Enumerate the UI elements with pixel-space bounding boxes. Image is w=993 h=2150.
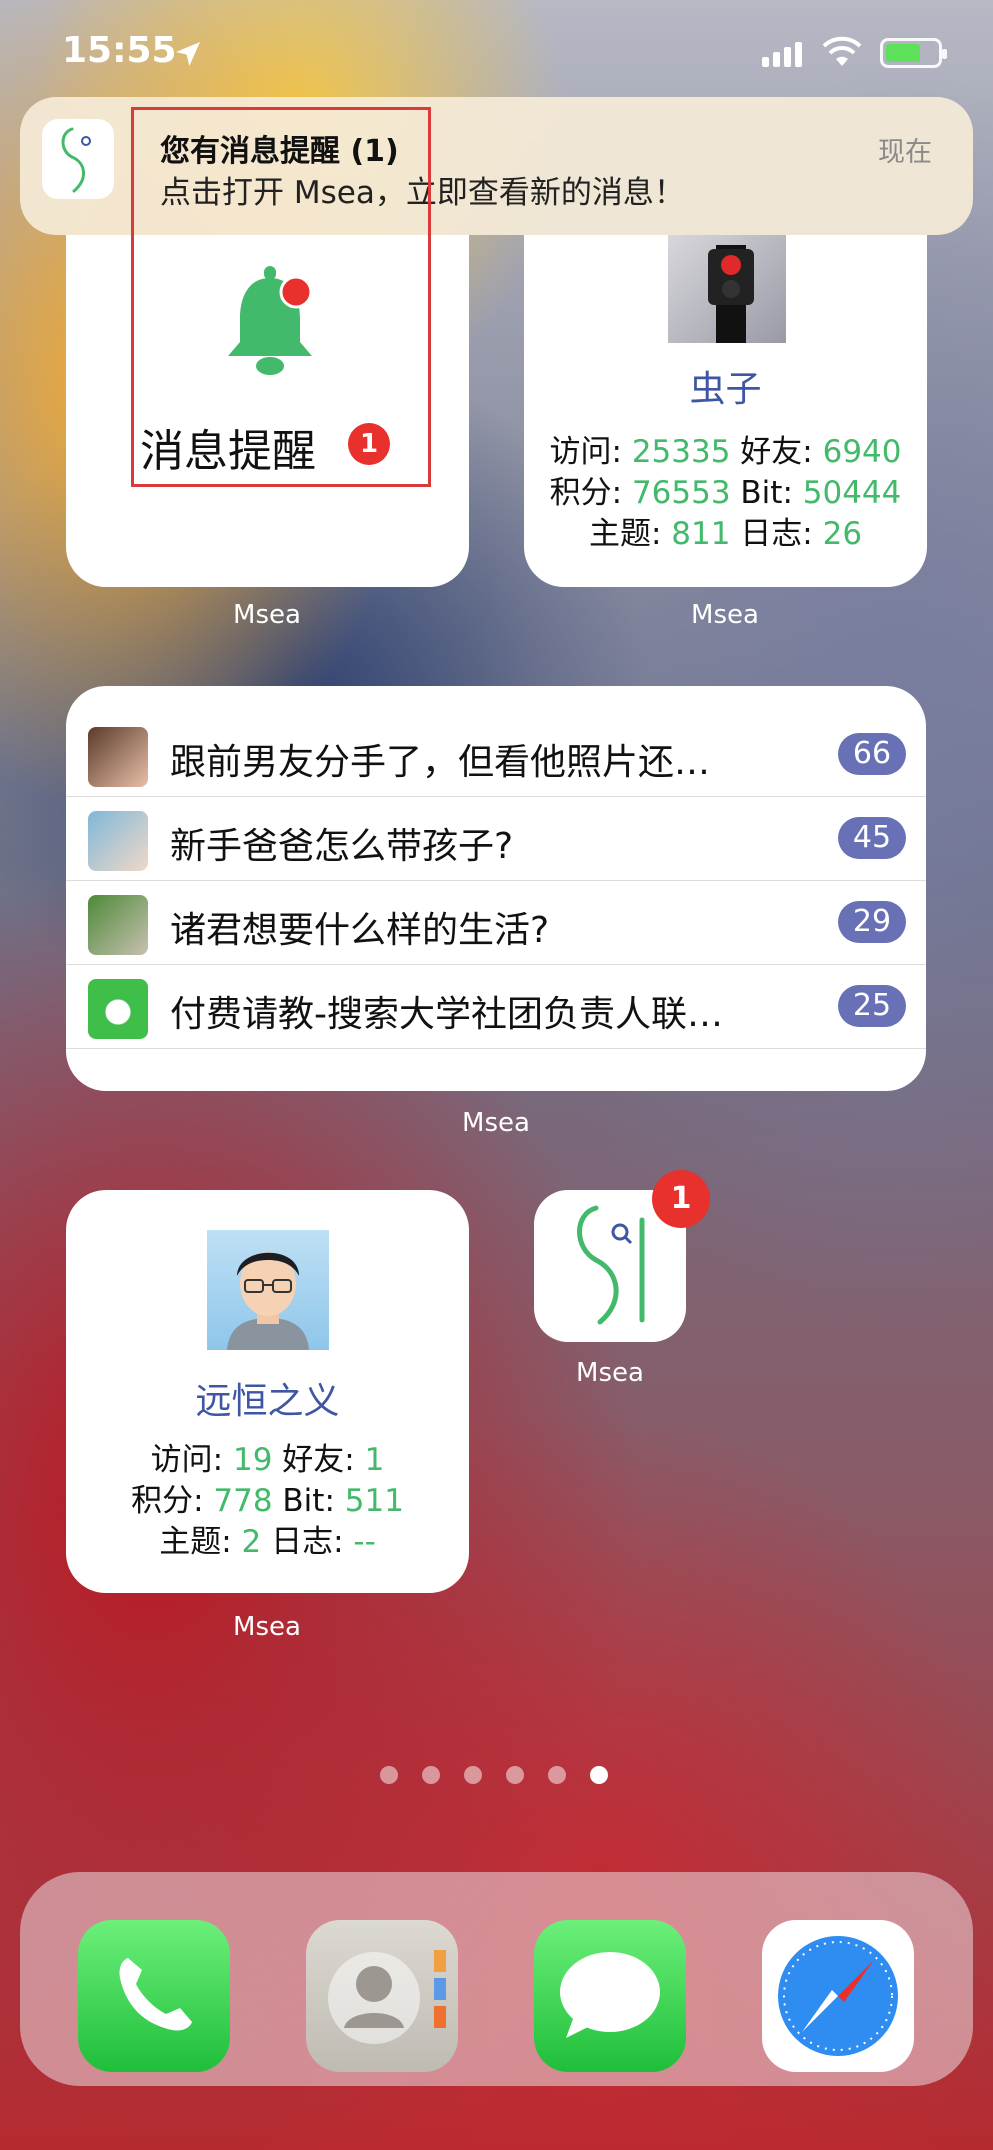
thread-title: 诸君想要什么样的生活?	[170, 910, 550, 951]
thread-count: 29	[838, 901, 906, 943]
username: 虫子	[689, 369, 762, 410]
stats-row-visits: 访问: 25335 好友: 6940	[549, 434, 902, 470]
widget-caption: Msea	[233, 1612, 301, 1642]
messages-app-icon[interactable]	[534, 1920, 686, 2072]
widget-caption: Msea	[233, 600, 301, 630]
stats-row-points: 积分: 778 Bit: 511	[131, 1483, 404, 1519]
stats-row-points: 积分: 76553 Bit: 50444	[549, 475, 902, 511]
app-notification-badge: 1	[652, 1170, 710, 1228]
widget-caption: Msea	[462, 1108, 530, 1138]
phone-app-icon[interactable]	[78, 1920, 230, 2072]
thread-count: 45	[838, 817, 906, 859]
battery-icon	[880, 38, 947, 68]
stats-row-topics: 主题: 811 日志: 26	[588, 516, 863, 552]
notification-app-icon	[42, 119, 114, 199]
safari-app-icon[interactable]	[762, 1920, 914, 2072]
list-item[interactable]: 诸君想要什么样的生活? 29	[66, 881, 926, 965]
thread-thumbnail	[88, 979, 148, 1039]
thread-thumbnail	[88, 895, 148, 955]
app-icon-label: Msea	[576, 1358, 644, 1388]
thread-title: 付费请教-搜索大学社团负责人联…	[170, 994, 723, 1035]
list-item[interactable]: 跟前男友分手了，但看他照片还… 66	[66, 713, 926, 797]
cellular-signal-icon	[762, 42, 806, 67]
thread-title: 跟前男友分手了，但看他照片还…	[170, 742, 711, 783]
notification-time: 现在	[878, 137, 932, 168]
widget-caption: Msea	[691, 600, 759, 630]
thread-title: 新手爸爸怎么带孩子?	[170, 826, 514, 867]
user-avatar	[207, 1230, 329, 1350]
contacts-app-icon[interactable]	[306, 1920, 458, 2072]
user-avatar	[668, 235, 786, 343]
thread-thumbnail	[88, 727, 148, 787]
location-arrow-icon	[176, 42, 200, 66]
username: 远恒之义	[195, 1381, 340, 1422]
highlight-annotation-box	[131, 107, 431, 487]
list-item[interactable]: 新手爸爸怎么带孩子? 45	[66, 797, 926, 881]
thread-count: 25	[838, 985, 906, 1027]
wifi-icon	[822, 36, 862, 66]
page-indicator[interactable]	[380, 1766, 632, 1788]
thread-count: 66	[838, 733, 906, 775]
status-time: 15:55	[62, 30, 177, 71]
stats-row-visits: 访问: 19 好友: 1	[150, 1442, 385, 1478]
thread-thumbnail	[88, 811, 148, 871]
list-item[interactable]: 付费请教-搜索大学社团负责人联… 25	[66, 965, 926, 1049]
stats-row-topics: 主题: 2 日志: --	[159, 1524, 376, 1560]
